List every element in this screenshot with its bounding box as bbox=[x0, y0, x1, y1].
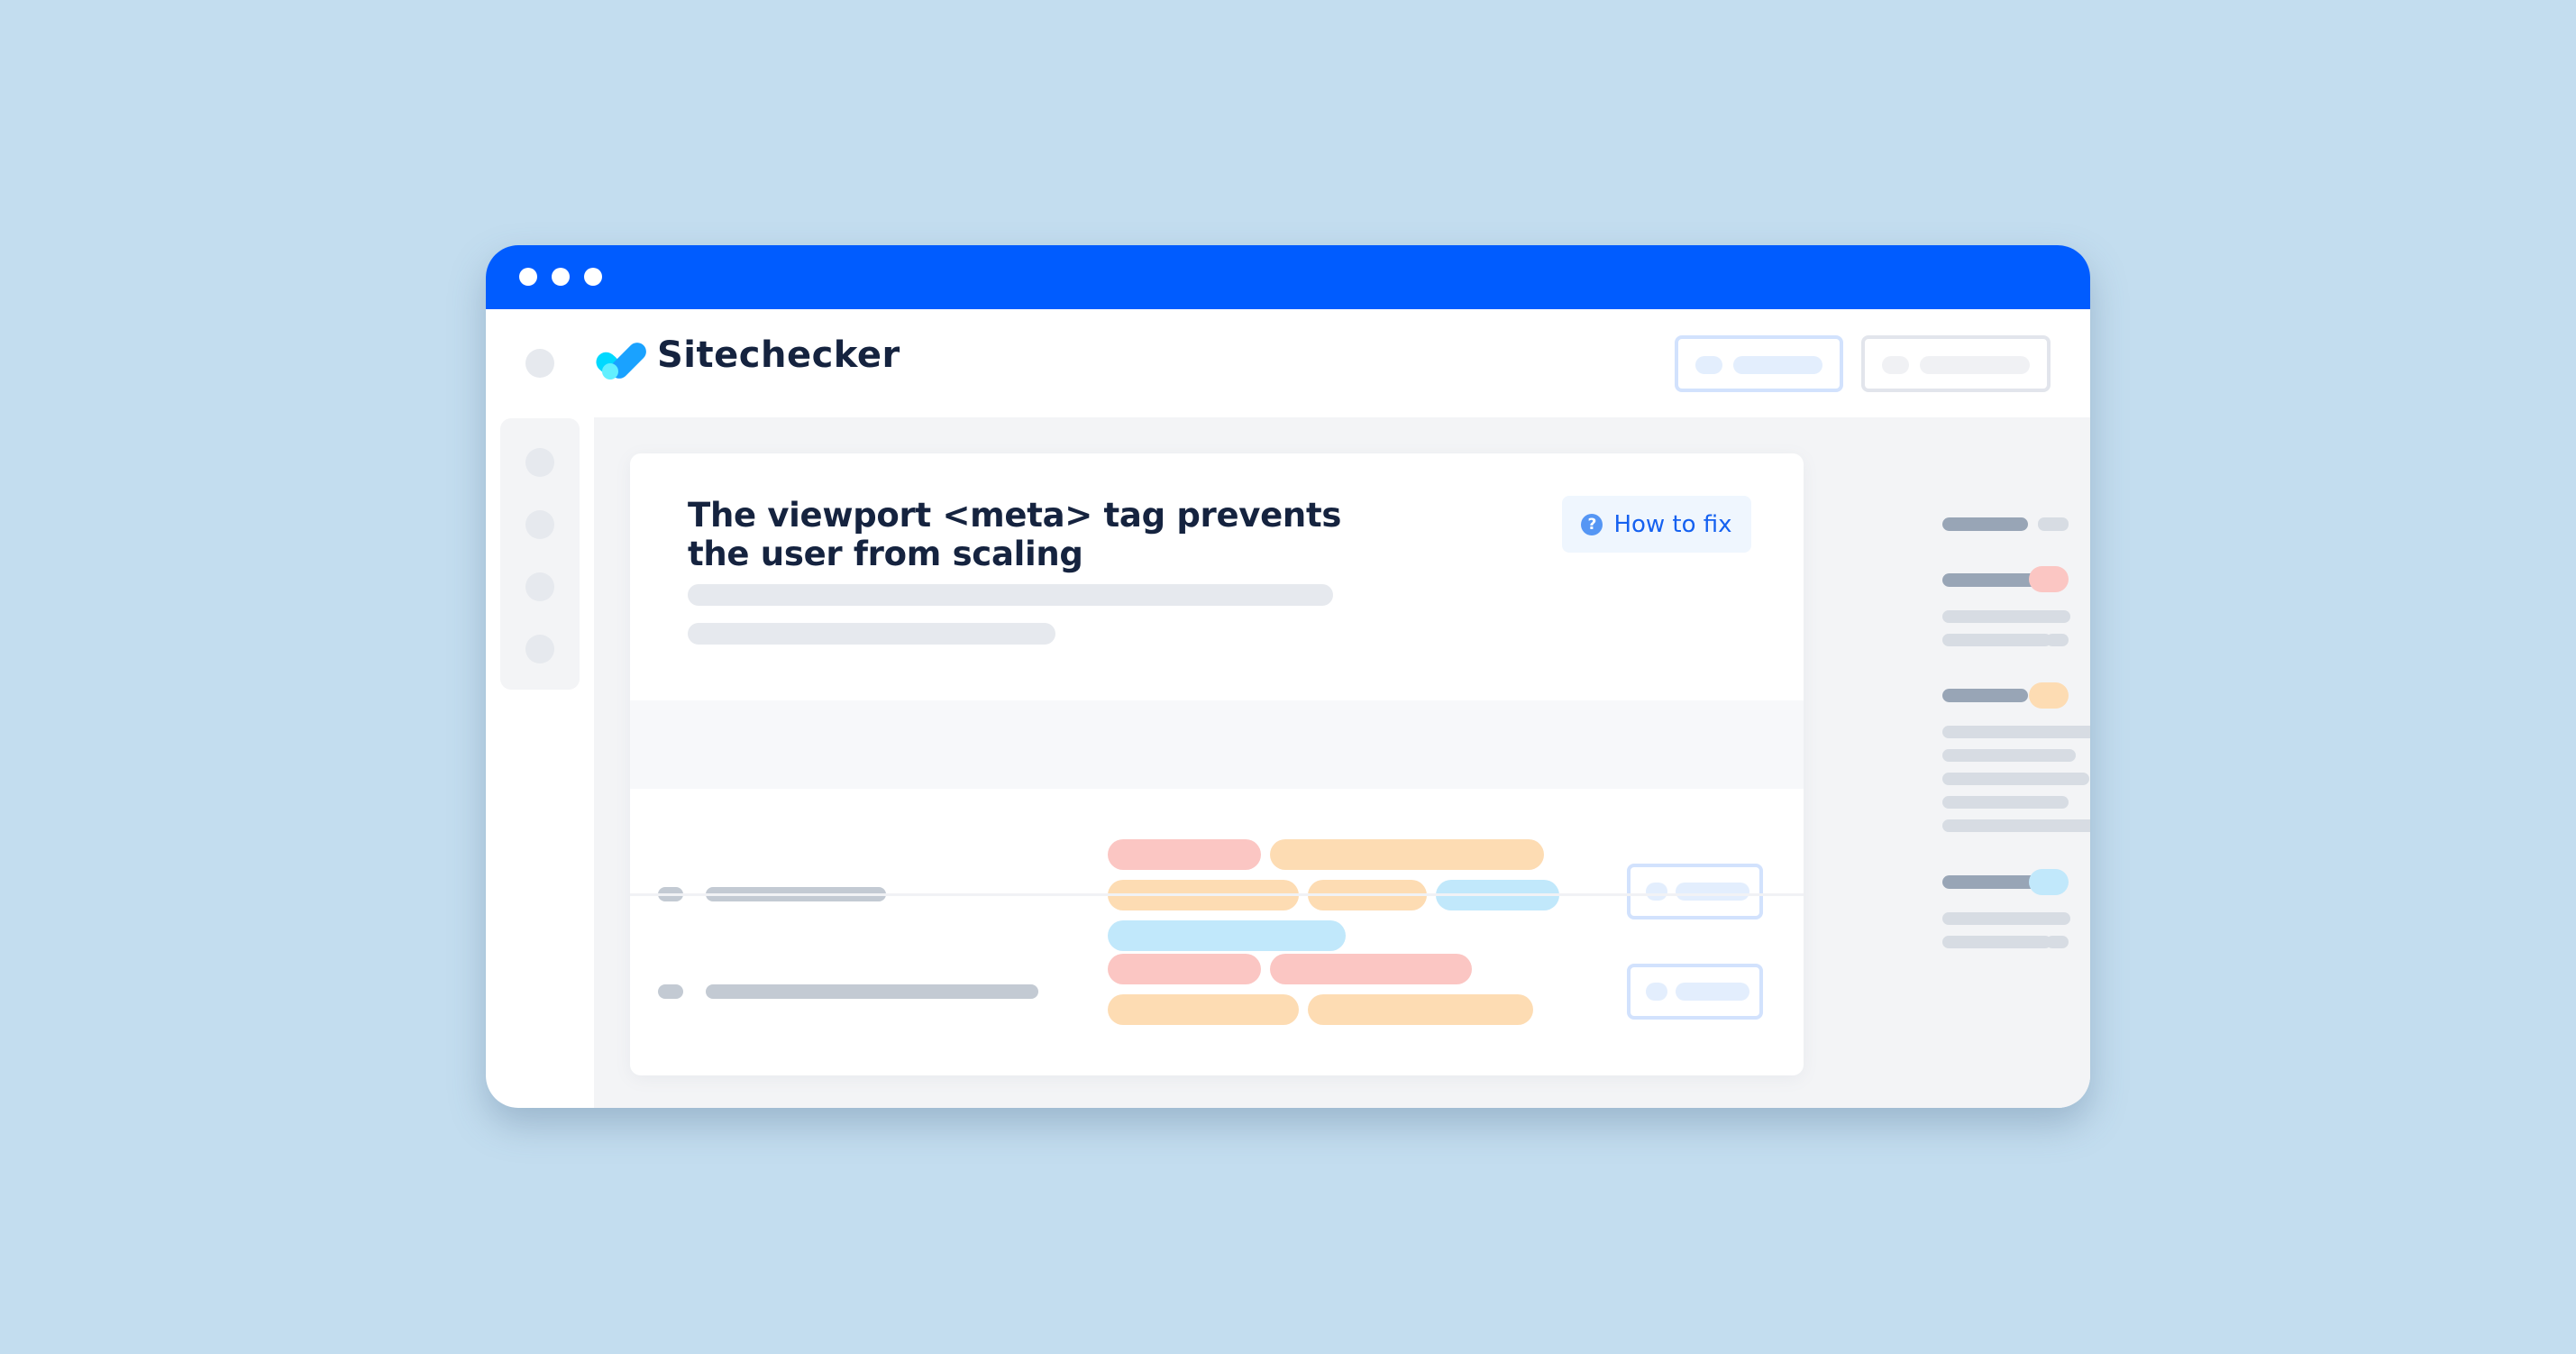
table-row[interactable] bbox=[630, 896, 1804, 1075]
issue-card: The viewport <meta> tag prevents the use… bbox=[630, 453, 1804, 1075]
how-to-fix-button[interactable]: ? How to fix bbox=[1562, 496, 1751, 553]
description-line-2 bbox=[688, 623, 1055, 645]
nav-item-4[interactable] bbox=[525, 635, 554, 663]
summary-item-count bbox=[2046, 726, 2069, 738]
primary-header-button[interactable] bbox=[1675, 335, 1843, 392]
summary-item-count bbox=[2053, 912, 2069, 925]
checkmark-logo-icon bbox=[596, 343, 646, 380]
secondary-header-button[interactable] bbox=[1861, 335, 2051, 392]
row-action-button[interactable] bbox=[1627, 964, 1763, 1020]
severity-badge-blue bbox=[2029, 869, 2069, 895]
summary-item-count bbox=[2046, 936, 2069, 948]
summary-item-count bbox=[2054, 749, 2069, 762]
summary-item[interactable] bbox=[1942, 634, 2051, 646]
summary-item[interactable] bbox=[1942, 912, 2070, 925]
left-nav-rail bbox=[500, 418, 580, 690]
description-line-1 bbox=[688, 584, 1333, 606]
severity-badge-red bbox=[2029, 566, 2069, 592]
button-icon-placeholder bbox=[1646, 983, 1667, 1001]
summary-item-count bbox=[2050, 773, 2069, 785]
summary-item-count bbox=[2053, 610, 2069, 623]
browser-window: Sitechecker The viewport <meta> tag prev… bbox=[486, 245, 2090, 1108]
main-content: The viewport <meta> tag prevents the use… bbox=[594, 417, 2090, 1108]
window-minimize-dot[interactable] bbox=[552, 268, 570, 286]
button-icon-placeholder bbox=[1695, 356, 1722, 374]
menu-toggle-placeholder[interactable] bbox=[525, 349, 554, 378]
summary-item[interactable] bbox=[1942, 796, 2059, 809]
tag-red bbox=[1108, 839, 1261, 870]
summary-item-count bbox=[2046, 634, 2069, 646]
window-close-dot[interactable] bbox=[519, 268, 537, 286]
row-url-placeholder bbox=[706, 984, 1038, 999]
brand-name: Sitechecker bbox=[657, 334, 900, 376]
tag-red bbox=[1108, 954, 1261, 984]
summary-item-count bbox=[2054, 819, 2069, 832]
how-to-fix-label: How to fix bbox=[1613, 510, 1732, 538]
right-summary-panel bbox=[1912, 417, 2090, 1108]
button-label-placeholder bbox=[1920, 356, 2030, 374]
summary-item[interactable] bbox=[1942, 936, 2051, 948]
nav-item-1[interactable] bbox=[525, 448, 554, 477]
tag-orange bbox=[1108, 994, 1299, 1025]
title-bar bbox=[486, 245, 2090, 309]
tag-orange bbox=[1270, 839, 1544, 870]
table-row[interactable] bbox=[630, 789, 1804, 951]
nav-item-2[interactable] bbox=[525, 510, 554, 539]
issue-title: The viewport <meta> tag prevents the use… bbox=[688, 496, 1342, 573]
button-label-placeholder bbox=[1676, 983, 1749, 1001]
nav-item-3[interactable] bbox=[525, 572, 554, 601]
app-header: Sitechecker bbox=[486, 309, 2090, 417]
summary-count bbox=[2038, 517, 2069, 531]
summary-item[interactable] bbox=[1942, 610, 2070, 623]
row-icon-placeholder bbox=[658, 984, 683, 999]
question-icon: ? bbox=[1581, 513, 1603, 535]
window-maximize-dot[interactable] bbox=[584, 268, 602, 286]
summary-item-count bbox=[2046, 796, 2069, 809]
tag-orange bbox=[1308, 994, 1533, 1025]
severity-badge-orange bbox=[2029, 682, 2069, 709]
tag-red bbox=[1270, 954, 1472, 984]
button-icon-placeholder bbox=[1882, 356, 1909, 374]
button-label-placeholder bbox=[1733, 356, 1822, 374]
summary-heading bbox=[1942, 517, 2028, 531]
table-header bbox=[630, 700, 1804, 789]
summary-heading[interactable] bbox=[1942, 689, 2028, 702]
